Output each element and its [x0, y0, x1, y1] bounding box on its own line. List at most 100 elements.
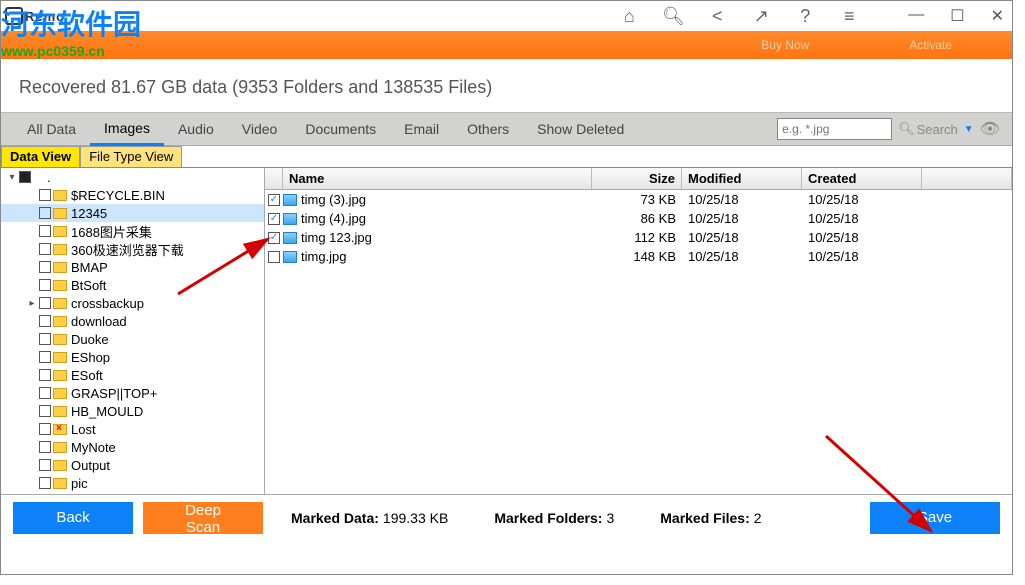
folder-icon — [53, 244, 67, 255]
tab-file-type-view[interactable]: File Type View — [80, 146, 182, 167]
search-button[interactable]: 🔍︎Search — [898, 121, 958, 137]
tree-item-label: 1688图片采集 — [71, 222, 152, 241]
tree-item[interactable]: EShop — [1, 348, 264, 366]
tab-all-data[interactable]: All Data — [13, 112, 90, 146]
column-extra[interactable] — [922, 168, 1012, 189]
folder-icon — [53, 334, 67, 345]
tree-item[interactable]: Lost — [1, 420, 264, 438]
tree-item-label: ESoft — [71, 368, 103, 383]
column-created[interactable]: Created — [802, 168, 922, 189]
tree-item-label: Lost — [71, 422, 96, 437]
help-icon[interactable]: ? — [796, 7, 814, 25]
file-name: timg (4).jpg — [301, 211, 592, 226]
back-button[interactable]: Back — [13, 502, 133, 534]
folder-icon — [53, 460, 67, 471]
save-button[interactable]: Save — [870, 502, 1000, 534]
tree-item[interactable]: Output — [1, 456, 264, 474]
file-row[interactable]: ✓timg 123.jpg112 KB10/25/1810/25/18 — [265, 228, 1012, 247]
folder-tree[interactable]: ▾ . $RECYCLE.BIN 12345 1688图片采集 360极速浏览器… — [1, 168, 265, 494]
image-file-icon — [283, 232, 297, 244]
tree-item[interactable]: 1688图片采集 — [1, 222, 264, 240]
file-name: timg 123.jpg — [301, 230, 592, 245]
column-name[interactable]: Name — [283, 168, 592, 189]
promo-bar: Buy Now Activate — [1, 31, 1012, 59]
tree-item[interactable]: ▸ crossbackup — [1, 294, 264, 312]
search-input[interactable] — [777, 118, 892, 140]
tree-item-label: pic — [71, 476, 88, 491]
tree-item-label: crossbackup — [71, 296, 144, 311]
tree-item[interactable]: HB_MOULD — [1, 402, 264, 420]
home-icon[interactable]: ⌂ — [620, 7, 638, 25]
tree-item-label: BtSoft — [71, 278, 106, 293]
folder-icon — [53, 424, 67, 435]
marked-files-stat: Marked Files:2 — [660, 510, 761, 526]
tree-item-label: BMAP — [71, 260, 108, 275]
share-icon[interactable]: < — [708, 7, 726, 25]
file-checkbox[interactable]: ✓ — [268, 232, 280, 244]
marked-folders-stat: Marked Folders:3 — [494, 510, 614, 526]
image-file-icon — [283, 194, 297, 206]
tree-item[interactable]: BtSoft — [1, 276, 264, 294]
tree-item[interactable]: $RECYCLE.BIN — [1, 186, 264, 204]
folder-icon — [53, 226, 67, 237]
menu-icon[interactable]: ≡ — [840, 7, 858, 25]
tab-data-view[interactable]: Data View — [1, 146, 80, 167]
app-logo-icon — [5, 7, 23, 25]
column-modified[interactable]: Modified — [682, 168, 802, 189]
minimize-button[interactable]: — — [904, 6, 928, 26]
recovery-summary: Recovered 81.67 GB data (9353 Folders an… — [1, 59, 1012, 112]
maximize-button[interactable]: ☐ — [946, 6, 968, 26]
tab-video[interactable]: Video — [228, 112, 292, 146]
close-button[interactable]: ✕ — [987, 6, 1008, 26]
tab-others[interactable]: Others — [453, 112, 523, 146]
image-file-icon — [283, 251, 297, 263]
tree-item[interactable]: 360极速浏览器下载 — [1, 240, 264, 258]
search-icon[interactable]: 🔍︎ — [664, 7, 682, 25]
folder-icon — [53, 406, 67, 417]
main-content: ▾ . $RECYCLE.BIN 12345 1688图片采集 360极速浏览器… — [1, 168, 1012, 494]
tree-item[interactable]: BMAP — [1, 258, 264, 276]
folder-icon — [53, 370, 67, 381]
tree-item[interactable]: ESoft — [1, 366, 264, 384]
tree-item-label: $RECYCLE.BIN — [71, 188, 165, 203]
tree-item[interactable]: Duoke — [1, 330, 264, 348]
folder-icon — [53, 208, 67, 219]
file-size: 112 KB — [592, 230, 682, 245]
file-size: 86 KB — [592, 211, 682, 226]
file-size: 148 KB — [592, 249, 682, 264]
tree-root[interactable]: ▾ . — [1, 168, 264, 186]
file-created: 10/25/18 — [802, 230, 922, 245]
column-size[interactable]: Size — [592, 168, 682, 189]
shortcut-icon[interactable]: ↗ — [752, 7, 770, 25]
view-mode-tabs: Data View File Type View — [1, 146, 1012, 168]
deep-scan-button[interactable]: Deep Scan — [143, 502, 263, 534]
file-row[interactable]: timg.jpg148 KB10/25/1810/25/18 — [265, 247, 1012, 266]
file-row[interactable]: ✓timg (4).jpg86 KB10/25/1810/25/18 — [265, 209, 1012, 228]
file-list-header: Name Size Modified Created — [265, 168, 1012, 190]
folder-icon — [53, 442, 67, 453]
file-created: 10/25/18 — [802, 192, 922, 207]
tree-item[interactable]: pic — [1, 474, 264, 492]
marked-data-stat: Marked Data:199.33 KB — [291, 510, 448, 526]
folder-icon — [53, 352, 67, 363]
folder-icon — [53, 298, 67, 309]
file-checkbox[interactable]: ✓ — [268, 194, 280, 206]
tab-images[interactable]: Images — [90, 112, 164, 146]
tree-item[interactable]: MyNote — [1, 438, 264, 456]
activate-link[interactable]: Activate — [909, 38, 952, 52]
tree-item[interactable]: 12345 — [1, 204, 264, 222]
file-checkbox[interactable] — [268, 251, 280, 263]
buy-now-link[interactable]: Buy Now — [761, 38, 809, 52]
tab-documents[interactable]: Documents — [291, 112, 390, 146]
preview-eye-icon[interactable]: 👁 — [980, 119, 1000, 139]
tree-item[interactable]: GRASP||TOP+ — [1, 384, 264, 402]
tree-item[interactable]: download — [1, 312, 264, 330]
tab-show-deleted[interactable]: Show Deleted — [523, 112, 638, 146]
tab-audio[interactable]: Audio — [164, 112, 228, 146]
file-size: 73 KB — [592, 192, 682, 207]
file-created: 10/25/18 — [802, 249, 922, 264]
tab-email[interactable]: Email — [390, 112, 453, 146]
file-checkbox[interactable]: ✓ — [268, 213, 280, 225]
file-row[interactable]: ✓timg (3).jpg73 KB10/25/1810/25/18 — [265, 190, 1012, 209]
search-dropdown-icon[interactable]: ▼ — [964, 124, 974, 135]
